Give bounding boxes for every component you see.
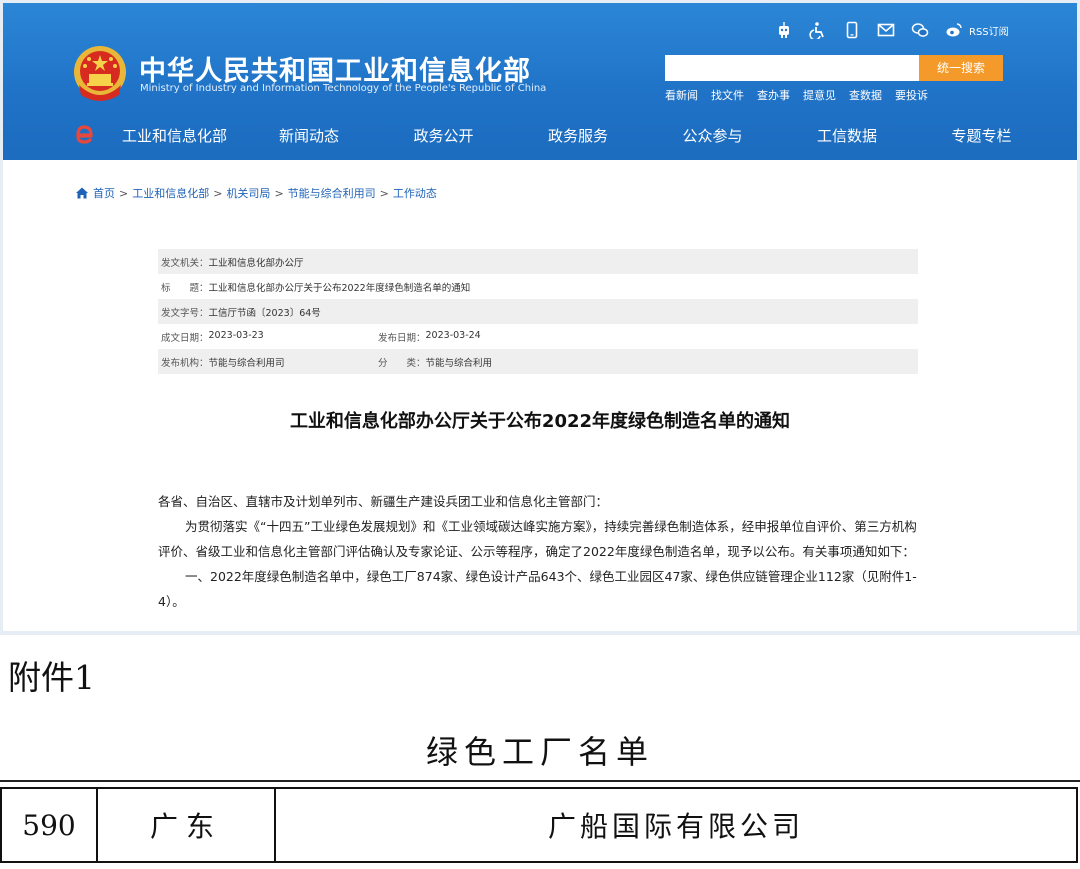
quick-link-news[interactable]: 看新闻 xyxy=(665,87,698,103)
row-number: 590 xyxy=(2,789,98,861)
weibo-icon[interactable] xyxy=(943,19,965,41)
document-metadata-table: 发文机关： 工业和信息化部办公厅 标 题： 工业和信息化部办公厅关于公布2022年度… xyxy=(158,249,918,374)
breadcrumb-separator: > xyxy=(119,186,129,200)
meta-row-doc-no: 发文字号： 工信厅节函〔2023〕64号 xyxy=(158,299,918,324)
meta-row-title: 标 题： 工业和信息化部办公厅关于公布2022年度绿色制造名单的通知 xyxy=(158,274,918,299)
website-screenshot: 中华人民共和国工业和信息化部 Ministry of Industry and … xyxy=(3,3,1077,631)
rss-subscribe-link[interactable]: RSS订阅 xyxy=(969,23,1009,38)
meta-label: 发文字号： xyxy=(161,307,209,319)
table-row: 590 广东 广船国际有限公司 xyxy=(0,787,1078,863)
meta-value-category: 节能与综合利用 xyxy=(425,357,493,369)
site-banner: 中华人民共和国工业和信息化部 Ministry of Industry and … xyxy=(3,3,1077,160)
quick-link-data[interactable]: 查数据 xyxy=(849,87,882,103)
quick-link-complaint[interactable]: 要投诉 xyxy=(895,87,928,103)
quick-links: 看新闻 找文件 查办事 提意见 查数据 要投诉 xyxy=(665,87,928,103)
breadcrumb: 首页 > 工业和信息化部 > 机关司局 > 节能与综合利用司 > 工作动态 xyxy=(75,185,437,201)
attachment-panel: 附件1 绿色工厂名单 590 广东 广船国际有限公司 xyxy=(0,635,1080,869)
site-subtitle: Ministry of Industry and Information Tec… xyxy=(140,83,547,94)
meta-label: 分 类： xyxy=(378,357,426,369)
breadcrumb-ministry[interactable]: 工业和信息化部 xyxy=(132,185,209,201)
meta-label: 发布日期： xyxy=(378,332,426,344)
breadcrumb-home[interactable]: 首页 xyxy=(93,185,115,201)
breadcrumb-separator: > xyxy=(213,186,223,200)
nav-item-services[interactable]: 政务服务 xyxy=(517,125,640,146)
document-paragraph: 一、2022年度绿色制造名单中，绿色工厂874家、绿色设计产品643个、绿色工业… xyxy=(158,569,917,609)
quick-link-services[interactable]: 查办事 xyxy=(757,87,790,103)
document-body: 各省、自治区、直辖市及计划单列市、新疆生产建设兵团工业和信息化主管部门： 为贯彻… xyxy=(158,489,920,614)
main-nav: 工业和信息化部 新闻动态 政务公开 政务服务 公众参与 工信数据 专题专栏 xyxy=(3,115,1077,157)
nav-item-topics[interactable]: 专题专栏 xyxy=(920,125,1043,146)
breadcrumb-energy-dept[interactable]: 节能与综合利用司 xyxy=(288,185,376,201)
national-emblem-icon xyxy=(73,45,127,103)
robot-icon[interactable] xyxy=(773,19,795,41)
home-icon[interactable] xyxy=(75,186,89,200)
row-province: 广东 xyxy=(98,789,276,861)
meta-value-title: 工业和信息化部办公厅关于公布2022年度绿色制造名单的通知 xyxy=(208,282,471,294)
meta-label: 成文日期： xyxy=(161,332,209,344)
meta-value-issuer: 工业和信息化部办公厅 xyxy=(208,257,304,269)
meta-value-written-date: 2023-03-23 xyxy=(208,329,264,341)
breadcrumb-separator: > xyxy=(274,186,284,200)
search-input[interactable] xyxy=(665,55,919,81)
meta-value-doc-no: 工信厅节函〔2023〕64号 xyxy=(208,307,321,319)
attachment-label: 附件1 xyxy=(8,658,95,697)
attachment-title: 绿色工厂名单 xyxy=(425,733,654,771)
top-utility-icons: RSS订阅 xyxy=(773,19,1009,41)
nav-item-participation[interactable]: 公众参与 xyxy=(651,125,774,146)
accessibility-icon[interactable] xyxy=(807,19,829,41)
quick-link-files[interactable]: 找文件 xyxy=(711,87,744,103)
document-paragraph: 各省、自治区、直辖市及计划单列市、新疆生产建设兵团工业和信息化主管部门： xyxy=(158,494,609,509)
nav-item-ministry[interactable]: 工业和信息化部 xyxy=(113,125,236,146)
nav-item-data[interactable]: 工信数据 xyxy=(786,125,909,146)
meta-label: 标 题： xyxy=(161,282,209,294)
e-logo-icon[interactable] xyxy=(73,123,95,145)
meta-row-dates: 成文日期： 2023-03-23 发布日期： 2023-03-24 xyxy=(158,324,918,349)
search-button[interactable]: 统一搜索 xyxy=(919,55,1003,81)
nav-item-open-gov[interactable]: 政务公开 xyxy=(382,125,505,146)
meta-value-org: 节能与综合利用司 xyxy=(208,357,285,369)
document-title: 工业和信息化部办公厅关于公布2022年度绿色制造名单的通知 xyxy=(289,411,791,432)
nav-item-news[interactable]: 新闻动态 xyxy=(248,125,371,146)
meta-label: 发文机关： xyxy=(161,257,209,269)
breadcrumb-work-news[interactable]: 工作动态 xyxy=(393,185,437,201)
wechat-icon[interactable] xyxy=(909,19,931,41)
divider xyxy=(0,780,1080,782)
meta-label: 发布机构： xyxy=(161,357,209,369)
quick-link-feedback[interactable]: 提意见 xyxy=(803,87,836,103)
breadcrumb-departments[interactable]: 机关司局 xyxy=(226,185,270,201)
row-company: 广船国际有限公司 xyxy=(547,810,804,843)
mail-icon[interactable] xyxy=(875,19,897,41)
meta-row-issuer: 发文机关： 工业和信息化部办公厅 xyxy=(158,249,918,274)
meta-row-org: 发布机构： 节能与综合利用司 分 类： 节能与综合利用 xyxy=(158,349,918,374)
meta-value-published-date: 2023-03-24 xyxy=(425,329,481,341)
document-paragraph: 为贯彻落实《“十四五”工业绿色发展规划》和《工业领域碳达峰实施方案》，持续完善绿… xyxy=(158,519,917,559)
mobile-icon[interactable] xyxy=(841,19,863,41)
breadcrumb-separator: > xyxy=(379,186,389,200)
